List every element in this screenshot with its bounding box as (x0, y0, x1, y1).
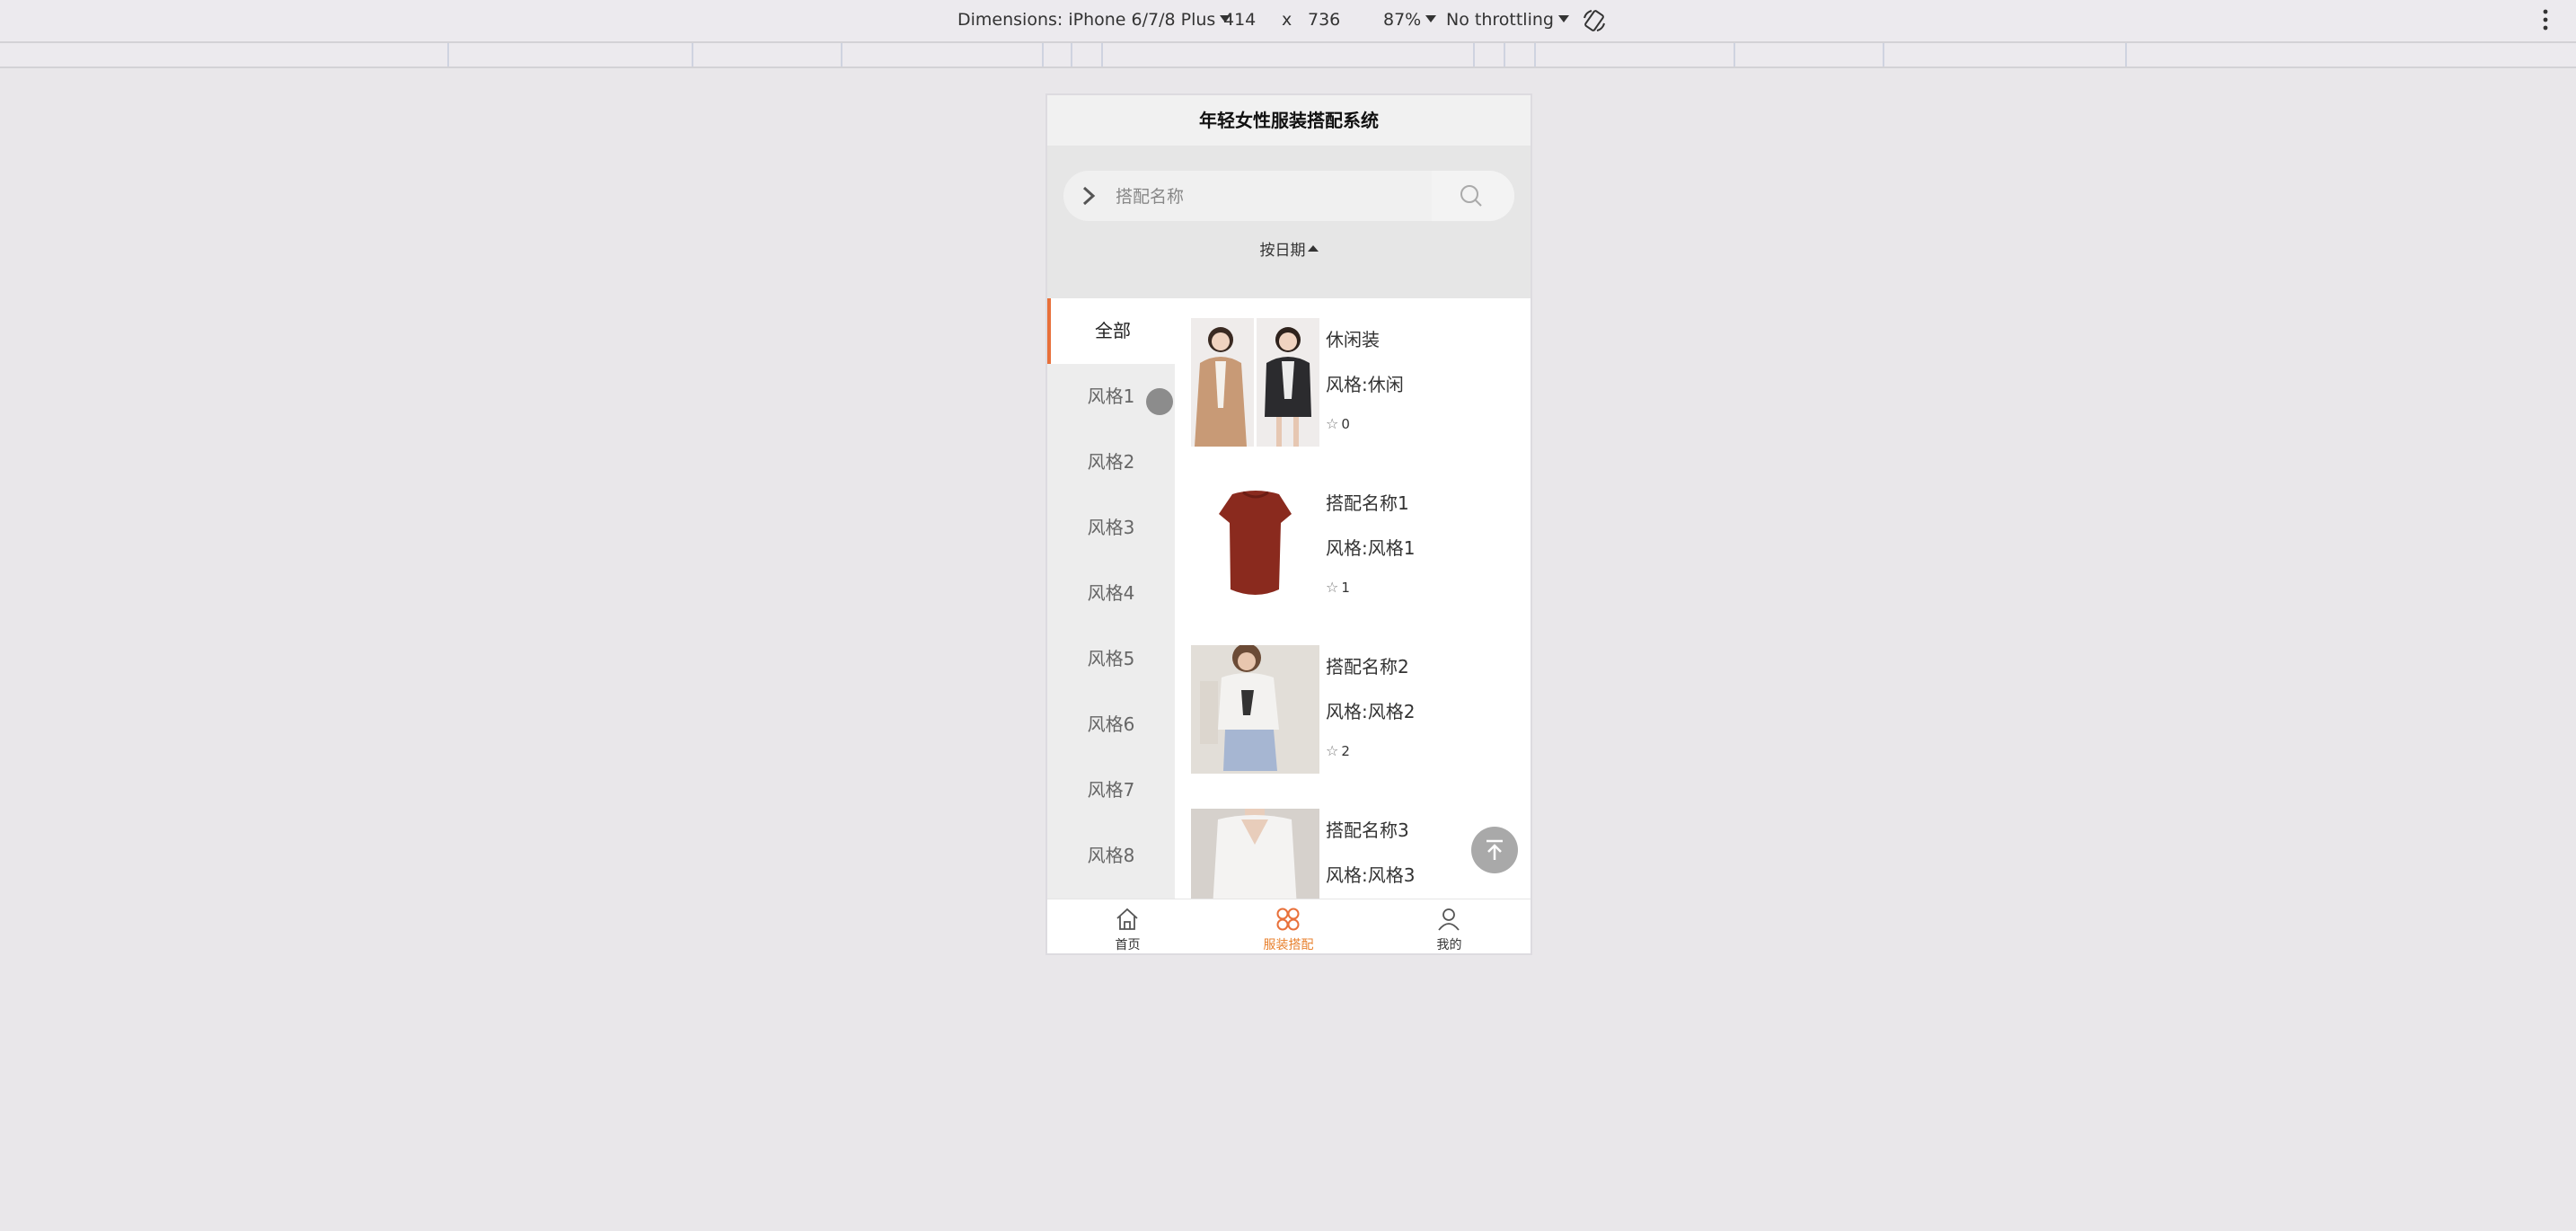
touch-pointer-indicator (1146, 388, 1173, 415)
search-bar (1063, 171, 1514, 221)
back-to-top-button[interactable] (1471, 827, 1518, 873)
outfit-list: 休闲装 风格:休闲 ☆ 0 搭配名称1 风格:风格1 ☆ 1 搭配名称2 风格:… (1175, 298, 1531, 899)
outfit-style: 风格:风格3 (1326, 864, 1416, 886)
search-section: 按日期 (1047, 146, 1531, 298)
sort-by-date-toggle[interactable]: 按日期 (1047, 237, 1531, 260)
category-sidebar: 全部 风格1 风格2 风格3 风格4 风格5 风格6 风格7 风格8 (1047, 298, 1175, 899)
tab-home[interactable]: 首页 (1047, 899, 1208, 953)
list-item[interactable]: 休闲装 风格:休闲 ☆ 0 (1175, 298, 1531, 462)
list-item[interactable]: 搭配名称2 风格:风格2 ☆ 2 (1175, 625, 1531, 789)
search-icon (1460, 185, 1482, 207)
device-viewport: 年轻女性服装搭配系统 按日期 全部 风格1 风格2 风格3 风格4 风格5 风格… (1045, 93, 1532, 955)
category-style-4[interactable]: 风格4 (1047, 561, 1175, 626)
chevron-down-icon (1557, 15, 1569, 22)
device-height-input[interactable]: 736 (1308, 10, 1340, 30)
category-style-3[interactable]: 风格3 (1047, 495, 1175, 561)
outfit-thumbnail (1191, 645, 1319, 774)
category-all[interactable]: 全部 (1047, 298, 1175, 364)
star-icon[interactable]: ☆ (1326, 579, 1338, 596)
zoom-label: 87% (1383, 10, 1422, 30)
outfit-name: 休闲装 (1326, 329, 1380, 350)
outfit-thumbnail (1191, 318, 1319, 447)
like-count: 2 (1341, 743, 1350, 759)
category-style-2[interactable]: 风格2 (1047, 430, 1175, 495)
star-icon[interactable]: ☆ (1326, 415, 1338, 432)
chevron-right-icon[interactable] (1080, 185, 1098, 207)
media-query-ruler[interactable] (0, 43, 2576, 68)
zoom-dropdown[interactable]: 87% (1383, 10, 1437, 30)
outfit-name: 搭配名称1 (1326, 492, 1409, 514)
outfit-style: 风格:休闲 (1326, 374, 1404, 395)
tab-label: 我的 (1436, 938, 1462, 952)
bottom-tab-bar: 首页 服装搭配 我的 (1047, 899, 1531, 953)
device-width-input[interactable]: 414 (1223, 10, 1256, 30)
throttling-label: No throttling (1446, 10, 1554, 30)
device-dimensions-label: Dimensions: iPhone 6/7/8 Plus (957, 10, 1216, 30)
tab-profile[interactable]: 我的 (1369, 899, 1530, 953)
dimension-separator: x (1282, 10, 1292, 30)
chevron-down-icon (1425, 15, 1437, 22)
outfit-style: 风格:风格2 (1326, 701, 1416, 722)
outfit-thumbnail (1191, 482, 1319, 610)
list-item[interactable]: 搭配名称1 风格:风格1 ☆ 1 (1175, 462, 1531, 625)
like-count: 0 (1341, 416, 1350, 432)
category-style-8[interactable]: 风格8 (1047, 823, 1175, 889)
caret-up-icon (1307, 245, 1319, 252)
category-style-6[interactable]: 风格6 (1047, 692, 1175, 757)
outfit-thumbnail (1191, 809, 1319, 899)
sort-label: 按日期 (1259, 242, 1306, 260)
category-style-5[interactable]: 风格5 (1047, 626, 1175, 692)
like-count: 1 (1341, 580, 1350, 596)
more-options-icon[interactable] (2542, 7, 2549, 32)
tab-label: 首页 (1115, 938, 1141, 952)
user-icon (1438, 908, 1460, 931)
category-style-7[interactable]: 风格7 (1047, 757, 1175, 823)
clover-icon (1276, 908, 1300, 931)
outfit-style: 风格:风格1 (1326, 537, 1416, 559)
arrow-up-icon (1486, 839, 1503, 860)
star-icon[interactable]: ☆ (1326, 742, 1338, 759)
search-button[interactable] (1432, 171, 1514, 221)
rotate-icon[interactable] (1581, 7, 1608, 34)
home-icon (1116, 908, 1138, 930)
search-input[interactable] (1114, 180, 1423, 214)
throttling-dropdown[interactable]: No throttling (1446, 10, 1569, 30)
device-dimensions-dropdown[interactable]: Dimensions: iPhone 6/7/8 Plus (957, 10, 1231, 30)
outfit-name: 搭配名称3 (1326, 819, 1409, 841)
tab-outfits[interactable]: 服装搭配 (1208, 899, 1369, 953)
app-title: 年轻女性服装搭配系统 (1047, 95, 1531, 146)
tab-label: 服装搭配 (1263, 938, 1314, 952)
devtools-device-toolbar: Dimensions: iPhone 6/7/8 Plus 414 x 736 … (0, 0, 2576, 43)
outfit-name: 搭配名称2 (1326, 656, 1409, 677)
